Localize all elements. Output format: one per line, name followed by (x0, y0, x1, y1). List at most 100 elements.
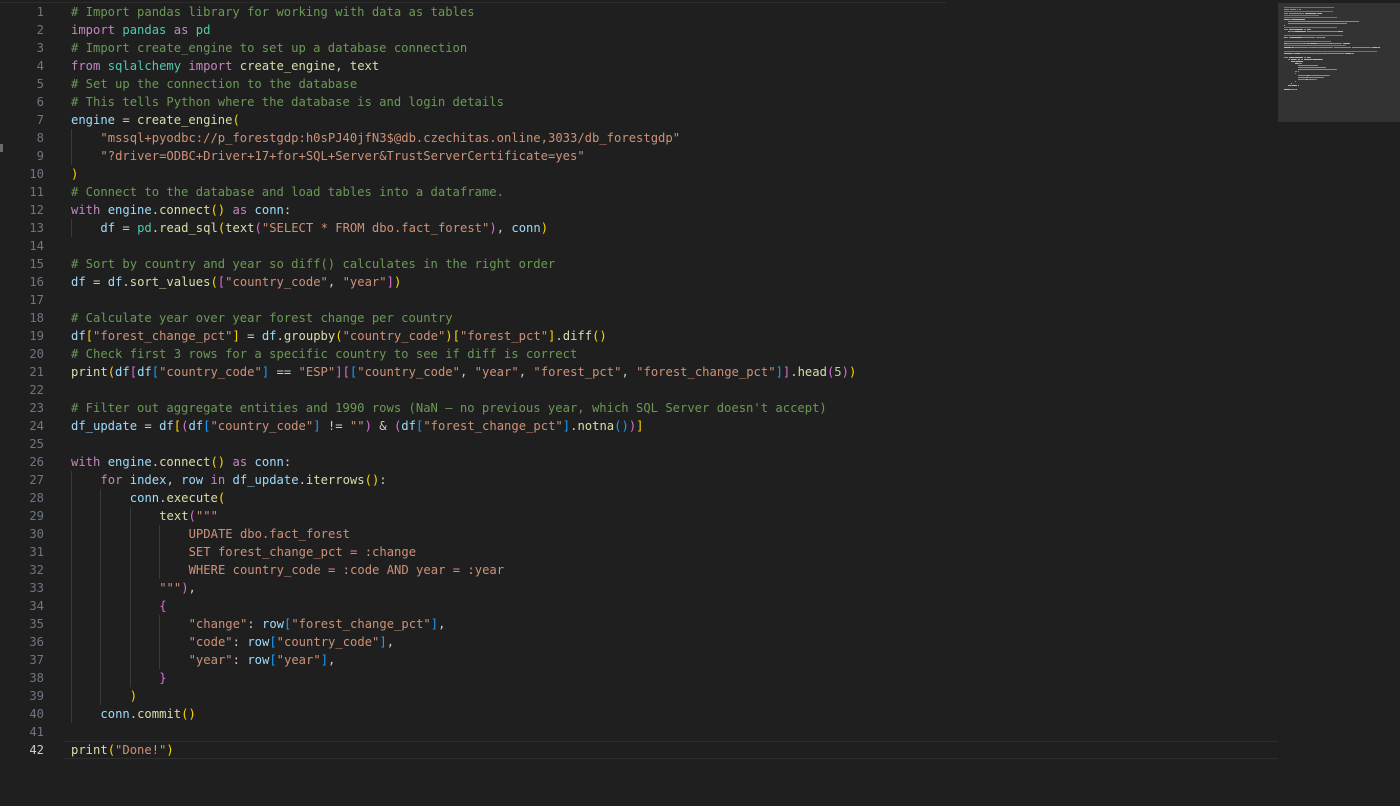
indent-guide (100, 633, 102, 651)
code-line[interactable]: 18 # Calculate year over year forest chan… (0, 309, 1278, 327)
code-lines[interactable]: 1 # Import pandas library for working wit… (0, 3, 1278, 759)
token-bracket1: [ (85, 329, 94, 343)
code-line[interactable]: 12 with engine.connect() as conn: (0, 201, 1278, 219)
code-line[interactable]: 35 "change": row["forest_change_pct"], (0, 615, 1278, 633)
code-text: # Filter out aggregate entities and 1990… (71, 399, 827, 417)
indent-guide (71, 147, 72, 165)
line-number: 29 (29, 509, 44, 523)
code-line[interactable]: 3 # Import create_engine to set up a data… (0, 39, 1278, 57)
code-line[interactable]: 39) (0, 687, 1278, 705)
code-line[interactable]: 30 UPDATE dbo.fact_forest (0, 525, 1278, 543)
indent-guide (129, 507, 131, 525)
code-line[interactable]: 21 print(df[df["country_code"] == "ESP"][… (0, 363, 1278, 381)
token-bracket1: ( (107, 365, 116, 379)
token-variable: index (129, 473, 167, 487)
token-bracket3: ] (379, 635, 387, 649)
code-line[interactable]: 2 import pandas as pd (0, 21, 1278, 39)
code-text: # Import pandas library for working with… (71, 3, 475, 21)
code-text: """), (159, 579, 196, 597)
code-line[interactable]: 15 # Sort by country and year so diff() c… (0, 255, 1278, 273)
code-line[interactable]: 17 (0, 291, 1278, 309)
minimap-token (1302, 61, 1303, 62)
minimap-token (1287, 21, 1359, 22)
code-line[interactable]: 22 (0, 381, 1278, 399)
token-function: text (349, 59, 380, 73)
code-line[interactable]: 31 SET forest_change_pct = :change (0, 543, 1278, 561)
minimap-token (1327, 53, 1345, 54)
code-line[interactable]: 38} (0, 669, 1278, 687)
token-plain: , (335, 59, 350, 73)
indent-guide (71, 705, 72, 723)
code-line[interactable]: 13 df = pd.read_sql(text("SELECT * FROM d… (0, 219, 1278, 237)
code-line[interactable]: 10) (0, 165, 1278, 183)
code-text: SET forest_change_pct = :change (189, 543, 416, 561)
minimap-token (1301, 53, 1314, 54)
code-line[interactable]: 29 text(""" (0, 507, 1278, 525)
minimap-token (1294, 31, 1302, 32)
token-bracket2: } (159, 671, 167, 685)
token-string: "Done!" (115, 743, 167, 757)
code-line[interactable]: 9 "?driver=ODBC+Driver+17+for+SQL+Server&… (0, 147, 1278, 165)
token-bracket1: ) (166, 743, 174, 757)
line-number: 18 (29, 311, 44, 325)
indent-guide (129, 597, 131, 615)
minimap-token (1301, 57, 1303, 58)
code-line[interactable]: 37 "year": row["year"], (0, 651, 1278, 669)
code-line[interactable]: 24 df_update = df[(df["country_code"] != … (0, 417, 1278, 435)
code-line[interactable]: 11 # Connect to the database and load tab… (0, 183, 1278, 201)
token-variable: df_update (71, 419, 138, 433)
token-plain: = (85, 275, 108, 289)
code-line[interactable]: 34 { (0, 597, 1278, 615)
token-string: "year" (342, 275, 387, 289)
code-text: WHERE country_code = :code AND year = :y… (189, 561, 505, 579)
code-line[interactable]: 20 # Check first 3 rows for a specific co… (0, 345, 1278, 363)
line-number: 17 (29, 293, 44, 307)
code-line[interactable]: 42 print("Done!") (0, 741, 1278, 759)
code-line[interactable]: 16 df = df.sort_values(["country_code", "… (0, 273, 1278, 291)
code-line[interactable]: 32 WHERE country_code = :code AND year = … (0, 561, 1278, 579)
minimap[interactable] (1278, 3, 1400, 122)
token-bracket3: ] (562, 419, 571, 433)
code-line[interactable]: 26 with engine.connect() as conn: (0, 453, 1278, 471)
code-editor[interactable]: 1 # Import pandas library for working wit… (0, 0, 1400, 806)
code-text: # Connect to the database and load table… (71, 183, 504, 201)
code-text: # This tells Python where the database i… (71, 93, 504, 111)
code-text: df["forest_change_pct"] = df.groupby("co… (71, 327, 607, 345)
token-function: diff (562, 329, 593, 343)
code-line[interactable]: 7 engine = create_engine( (0, 111, 1278, 129)
indent-guide (129, 651, 131, 669)
code-line[interactable]: 25 (0, 435, 1278, 453)
code-line[interactable]: 4 from sqlalchemy import create_engine, t… (0, 57, 1278, 75)
token-variable: df (188, 419, 204, 433)
code-text: print(df[df["country_code"] == "ESP"][["… (71, 363, 856, 381)
code-line[interactable]: 19 df["forest_change_pct"] = df.groupby("… (0, 327, 1278, 345)
code-line[interactable]: 28 conn.execute( (0, 489, 1278, 507)
code-line[interactable]: 36 "code": row["country_code"], (0, 633, 1278, 651)
code-line[interactable]: 6 # This tells Python where the database … (0, 93, 1278, 111)
token-string: """ (195, 509, 218, 523)
line-number: 3 (36, 41, 44, 55)
code-line[interactable]: 8 "mssql+pyodbc://p_forestgdp:h0sPJ40jfN3… (0, 129, 1278, 147)
code-text: df = pd.read_sql(text("SELECT * FROM dbo… (100, 219, 548, 237)
code-line[interactable]: 5 # Set up the connection to the database (0, 75, 1278, 93)
indent-guide (129, 615, 131, 633)
code-line[interactable]: 41 (0, 723, 1278, 741)
code-line[interactable]: 23 # Filter out aggregate entities and 19… (0, 399, 1278, 417)
code-text: from sqlalchemy import create_engine, te… (71, 57, 379, 75)
line-number: 25 (29, 437, 44, 451)
line-number: 23 (29, 401, 44, 415)
minimap-token (1298, 71, 1300, 72)
code-line[interactable]: 14 (0, 237, 1278, 255)
token-module: pd (195, 23, 211, 37)
code-line[interactable]: 27 for index, row in df_update.iterrows()… (0, 471, 1278, 489)
token-bracket3: ] (313, 419, 321, 433)
code-line[interactable]: 1 # Import pandas library for working wit… (0, 3, 1278, 21)
token-string: "forest_change_pct" (291, 617, 431, 631)
token-bracket1: ) (848, 365, 857, 379)
code-line[interactable]: 33 """), (0, 579, 1278, 597)
token-bracket1: ] (232, 329, 240, 343)
token-comment: # Connect to the database and load table… (71, 185, 504, 199)
code-line[interactable]: 40 conn.commit() (0, 705, 1278, 723)
